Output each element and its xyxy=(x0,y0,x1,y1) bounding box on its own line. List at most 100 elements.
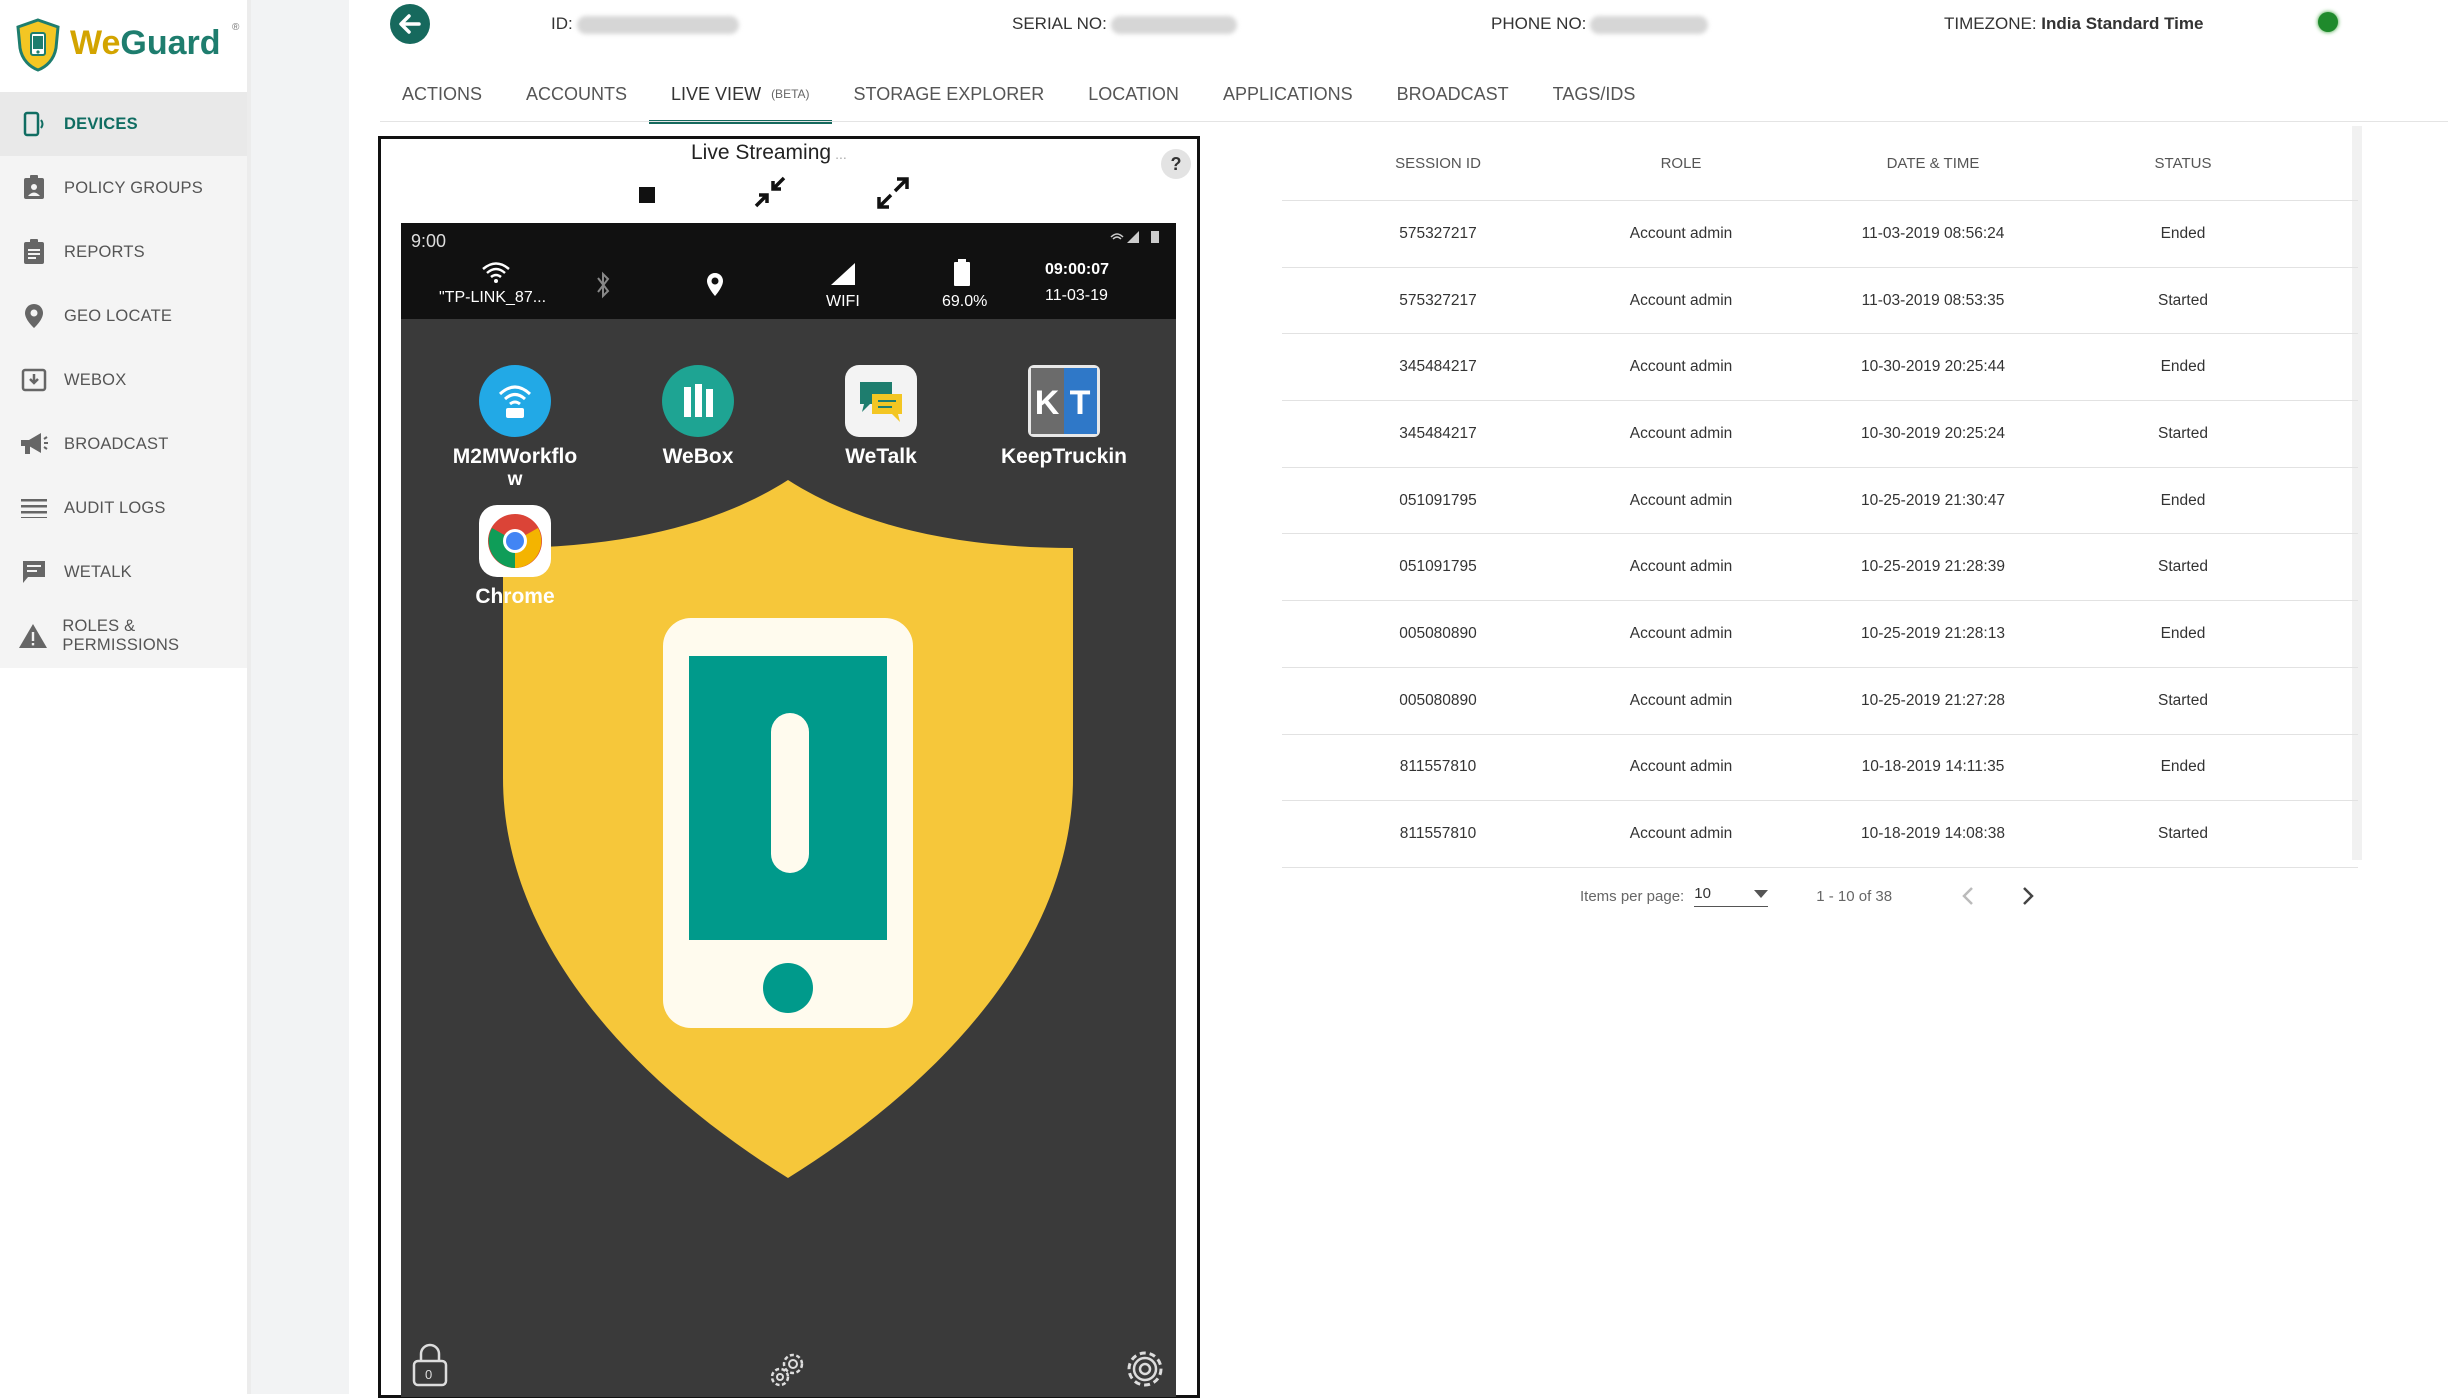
cell-session-id: 345484217 xyxy=(1399,358,1477,376)
previous-page-button[interactable] xyxy=(1950,878,1986,914)
stop-stream-button[interactable] xyxy=(639,187,655,203)
timezone-value: India Standard Time xyxy=(2041,14,2204,33)
policy-badge-icon xyxy=(18,172,50,204)
sidebar-item-broadcast[interactable]: BROADCAST xyxy=(0,412,247,476)
table-row[interactable]: 811557810 Account admin 10-18-2019 14:11:3… xyxy=(1282,735,2358,802)
gear-icon xyxy=(1127,1351,1163,1387)
table-row[interactable]: 345484217 Account admin 10-30-2019 20:25:2… xyxy=(1282,401,2358,468)
fullscreen-button[interactable] xyxy=(875,175,911,216)
device-screen[interactable]: 9:00 "TP-LINK_87... WIFI 69.0% 09:00:07 … xyxy=(401,223,1176,1397)
webox-icon xyxy=(18,364,50,396)
collapse-arrows-icon xyxy=(754,176,786,208)
tab-applications[interactable]: APPLICATIONS xyxy=(1201,68,1375,120)
table-row[interactable]: 575327217 Account admin 11-03-2019 08:53:3… xyxy=(1282,268,2358,335)
table-row[interactable]: 051091795 Account admin 10-25-2019 21:30:4… xyxy=(1282,468,2358,535)
tab-label: TAGS/IDS xyxy=(1552,83,1636,104)
tab-label: LIVE VIEW xyxy=(671,83,762,104)
sidebar-item-label: ROLES & PERMISSIONS xyxy=(62,617,180,654)
cell-date-time: 11-03-2019 08:53:35 xyxy=(1861,291,2005,309)
clipboard-icon xyxy=(18,236,50,268)
table-row[interactable]: 051091795 Account admin 10-25-2019 21:28:3… xyxy=(1282,534,2358,602)
cell-date-time: 10-25-2019 21:30:47 xyxy=(1861,491,2005,509)
column-header-session-id[interactable]: SESSION ID xyxy=(1282,155,1594,172)
table-row[interactable]: 811557810 Account admin 10-18-2019 14:08:3… xyxy=(1282,801,2358,868)
tab-accounts[interactable]: ACCOUNTS xyxy=(504,68,649,120)
app-chrome[interactable]: Chrome xyxy=(430,505,600,609)
tab-tags-ids[interactable]: TAGS/IDS xyxy=(1531,68,1658,120)
sessions-table: SESSION ID ROLE DATE & TIME STATUS 57532… xyxy=(1282,126,2358,868)
cell-date-time: 10-18-2019 14:08:38 xyxy=(1861,825,2005,843)
sidebar-item-label: DEVICES xyxy=(64,114,138,133)
cell-session-id: 575327217 xyxy=(1399,224,1477,242)
bluetooth-icon xyxy=(597,271,610,299)
app-wetalk[interactable]: WeTalk xyxy=(796,365,966,469)
table-row[interactable]: 575327217 Account admin 11-03-2019 08:56:2… xyxy=(1282,201,2358,268)
minimize-button[interactable] xyxy=(753,175,787,214)
app-label: WeBox xyxy=(662,445,734,468)
cell-status: Started xyxy=(2158,291,2208,309)
gears-icon xyxy=(770,1353,804,1387)
sidebar-item-policy-groups[interactable]: POLICY GROUPS xyxy=(0,156,247,220)
tab-live-view[interactable]: LIVE VIEW (BETA) xyxy=(649,68,832,124)
megaphone-icon xyxy=(18,428,50,460)
serial-number: SERIAL NO: xyxy=(1012,14,1237,34)
status-time: 9:00 xyxy=(411,231,447,251)
sidebar-item-devices[interactable]: DEVICES xyxy=(0,92,247,156)
tab-actions[interactable]: ACTIONS xyxy=(380,68,504,120)
tab-location[interactable]: LOCATION xyxy=(1066,68,1201,120)
cell-role: Account admin xyxy=(1629,624,1733,642)
help-button[interactable]: ? xyxy=(1161,149,1191,179)
sidebar-item-audit-logs[interactable]: AUDIT LOGS xyxy=(0,476,247,540)
column-header-role[interactable]: ROLE xyxy=(1594,155,1768,172)
signal-icon xyxy=(831,263,855,285)
sidebar-item-wetalk[interactable]: WETALK xyxy=(0,540,247,604)
items-per-page-label: Items per page: xyxy=(1580,887,1685,905)
device-settings-button[interactable] xyxy=(767,1349,811,1394)
redacted-value xyxy=(576,15,739,34)
cell-role: Account admin xyxy=(1629,558,1733,576)
cell-status: Ended xyxy=(2160,224,2206,242)
cell-date-time: 10-18-2019 14:11:35 xyxy=(1861,758,2005,776)
items-per-page-value: 10 xyxy=(1694,885,1711,902)
sidebar-item-geo-locate[interactable]: GEO LOCATE xyxy=(0,284,247,348)
table-row[interactable]: 005080890 Account admin 10-25-2019 21:27:2… xyxy=(1282,668,2358,735)
items-per-page-select[interactable]: 10 xyxy=(1694,885,1769,907)
cell-session-id: 811557810 xyxy=(1399,758,1477,776)
cell-status: Started xyxy=(2158,691,2208,709)
table-row[interactable]: 345484217 Account admin 10-30-2019 20:25:4… xyxy=(1282,334,2358,402)
lock-button[interactable]: 0 xyxy=(411,1343,449,1392)
column-header-status[interactable]: STATUS xyxy=(2098,155,2268,172)
sidebar-item-reports[interactable]: REPORTS xyxy=(0,220,247,284)
app-m2mworkflow[interactable]: M2MWorkflo w xyxy=(430,365,600,491)
next-page-button[interactable] xyxy=(2010,878,2046,914)
weguard-logo[interactable]: WeGuard ® xyxy=(14,18,244,74)
keeptruckin-app-icon: KT xyxy=(1028,365,1100,437)
app-label: WeTalk xyxy=(845,445,917,468)
table-row[interactable]: 005080890 Account admin 10-25-2019 21:28:1… xyxy=(1282,601,2358,668)
phone-number: PHONE NO: xyxy=(1491,14,1709,34)
sidebar-item-roles-permissions[interactable]: ROLES & PERMISSIONS xyxy=(0,604,247,668)
settings-button[interactable] xyxy=(1123,1347,1167,1396)
cell-date-time: 10-30-2019 20:25:24 xyxy=(1861,424,2005,442)
app-webox[interactable]: WeBox xyxy=(613,365,783,469)
cell-role: Account admin xyxy=(1629,291,1733,309)
location-icon xyxy=(707,273,723,296)
app-label-wrap: w xyxy=(507,469,523,490)
wifi-name: "TP-LINK_87... xyxy=(439,289,547,306)
back-button[interactable] xyxy=(390,4,430,44)
tab-storage-explorer[interactable]: STORAGE EXPLORER xyxy=(832,68,1067,120)
sidebar-item-webox[interactable]: WEBOX xyxy=(0,348,247,412)
column-header-date-time[interactable]: DATE & TIME xyxy=(1768,155,2098,172)
sidebar-item-label: POLICY GROUPS xyxy=(64,178,203,197)
sidebar-item-label: AUDIT LOGS xyxy=(64,498,166,517)
tab-label: BROADCAST xyxy=(1396,83,1509,104)
page-range: 1 - 10 of 38 xyxy=(1816,887,1893,905)
tab-broadcast[interactable]: BROADCAST xyxy=(1375,68,1531,120)
cell-status: Ended xyxy=(2160,358,2206,376)
cell-status: Started xyxy=(2158,558,2208,576)
m2mworkflow-icon xyxy=(479,365,551,437)
device-id: ID: xyxy=(551,14,739,34)
app-keeptruckin[interactable]: KT KeepTruckin xyxy=(979,365,1149,469)
content-gutter xyxy=(251,0,349,1394)
timezone-label: TIMEZONE: xyxy=(1944,14,2037,33)
